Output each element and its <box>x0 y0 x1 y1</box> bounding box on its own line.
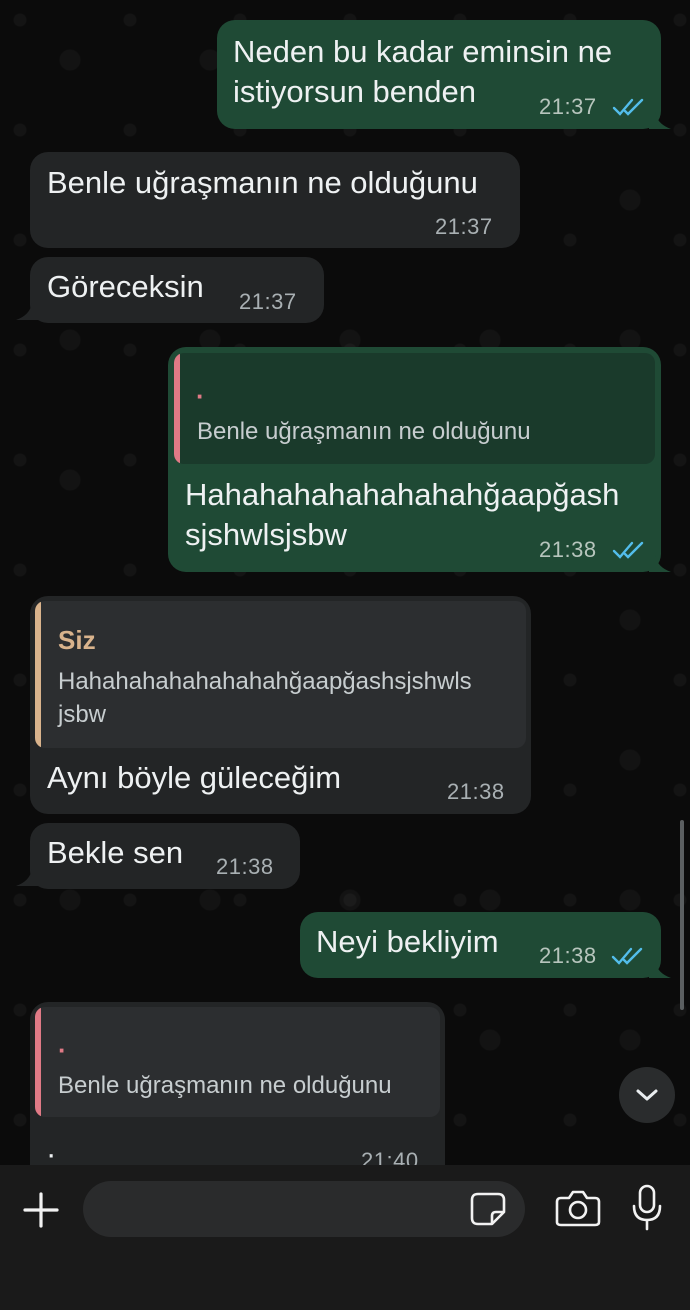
reply-quote[interactable]: · Benle uğraşmanın ne olduğunu <box>35 1007 440 1117</box>
message-bubble-incoming[interactable]: Bekle sen 21:38 <box>16 823 300 889</box>
message-bubble-outgoing[interactable]: Neden bu kadar eminsin ne istiyorsun ben… <box>217 20 671 129</box>
message-time: 21:37 <box>539 94 597 119</box>
microphone-icon[interactable] <box>630 1184 664 1232</box>
message-bubble-incoming-reply[interactable]: · Benle uğraşmanın ne olduğunu · 21:40 <box>30 1002 445 1165</box>
message-composer <box>0 1165 690 1310</box>
quote-author: Siz <box>58 625 96 655</box>
quote-bar <box>35 601 41 748</box>
message-time: 21:38 <box>447 779 505 804</box>
chevron-down-icon <box>636 1089 658 1101</box>
bubble-tail <box>649 112 671 129</box>
message-time: 21:37 <box>239 289 297 314</box>
quote-bar <box>174 353 180 464</box>
quote-author: · <box>58 1035 67 1065</box>
message-input[interactable] <box>83 1181 525 1237</box>
quote-text: Benle uğraşmanın ne olduğunu <box>58 1072 392 1099</box>
bubble-tail <box>649 555 671 572</box>
message-bubble-incoming-reply[interactable]: Siz Hahahahahahahahahğaapğashsjshwls jsb… <box>30 596 531 814</box>
message-text: Benle uğraşmanın ne olduğunu <box>47 165 478 200</box>
reply-quote[interactable]: · Benle uğraşmanın ne olduğunu <box>174 353 655 464</box>
message-bubble-incoming[interactable]: Göreceksin 21:37 <box>16 257 324 323</box>
message-text: Göreceksin <box>47 269 204 304</box>
message-text: · <box>46 1136 57 1165</box>
plus-icon[interactable] <box>18 1187 64 1233</box>
bubble-tail <box>16 869 38 886</box>
message-text: Bekle sen <box>47 835 184 870</box>
scrollbar-thumb[interactable] <box>680 820 684 1010</box>
reply-quote[interactable]: Siz Hahahahahahahahahğaapğashsjshwls jsb… <box>35 601 526 748</box>
double-check-icon <box>612 541 644 559</box>
chat-area: Neden bu kadar eminsin ne istiyorsun ben… <box>0 0 690 1165</box>
double-check-icon <box>611 947 643 965</box>
scroll-down-button[interactable] <box>619 1067 675 1123</box>
camera-icon[interactable] <box>555 1188 601 1228</box>
message-time: 21:38 <box>539 537 597 562</box>
message-time: 21:38 <box>216 854 274 879</box>
quote-author: · <box>196 381 205 411</box>
message-bubble-outgoing-reply[interactable]: · Benle uğraşmanın ne olduğunu Hahahahah… <box>168 347 671 572</box>
double-check-icon <box>612 98 644 116</box>
message-bubble-outgoing[interactable]: Neyi bekliyim 21:38 <box>300 912 671 978</box>
message-bubble-incoming[interactable]: Benle uğraşmanın ne olduğunu 21:37 <box>30 152 520 248</box>
bubble-tail <box>16 303 38 320</box>
message-time: 21:38 <box>539 943 597 968</box>
bubble-tail <box>649 961 671 978</box>
quote-text: Hahahahahahahahahğaapğashsjshwls jsbw <box>58 668 472 728</box>
message-text: Neyi bekliyim <box>316 924 499 959</box>
message-time: 21:37 <box>435 214 493 239</box>
message-time: 21:40 <box>361 1148 419 1165</box>
sticker-icon[interactable] <box>470 1192 506 1226</box>
quote-text: Benle uğraşmanın ne olduğunu <box>197 418 531 445</box>
quote-bar <box>35 1007 41 1117</box>
message-text: Aynı böyle güleceğim <box>47 760 342 795</box>
